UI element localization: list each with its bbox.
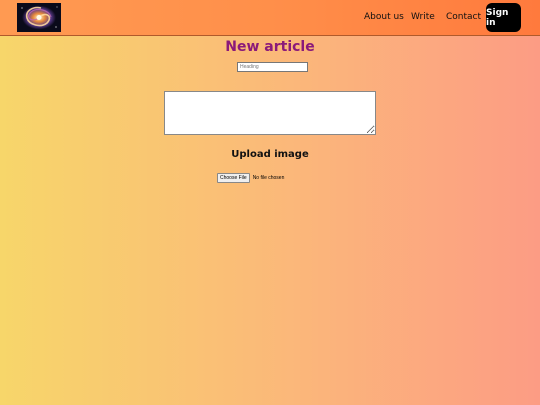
navbar: About us Write Contact Sign in	[0, 0, 540, 36]
nav-link-about-us[interactable]: About us	[364, 12, 404, 22]
heading-input[interactable]	[237, 62, 308, 72]
upload-image-title: Upload image	[231, 149, 309, 160]
nav-link-contact[interactable]: Contact	[446, 12, 481, 22]
file-upload: Choose File No file chosen	[217, 172, 285, 183]
page-title: New article	[225, 39, 315, 55]
sign-in-button[interactable]: Sign in	[486, 3, 521, 32]
galaxy-logo-icon[interactable]	[17, 3, 61, 32]
nav-link-write[interactable]: Write	[411, 12, 435, 22]
choose-file-button[interactable]: Choose File	[217, 172, 250, 183]
file-status-text: No file chosen	[252, 174, 285, 181]
article-body-textarea[interactable]	[164, 91, 376, 135]
